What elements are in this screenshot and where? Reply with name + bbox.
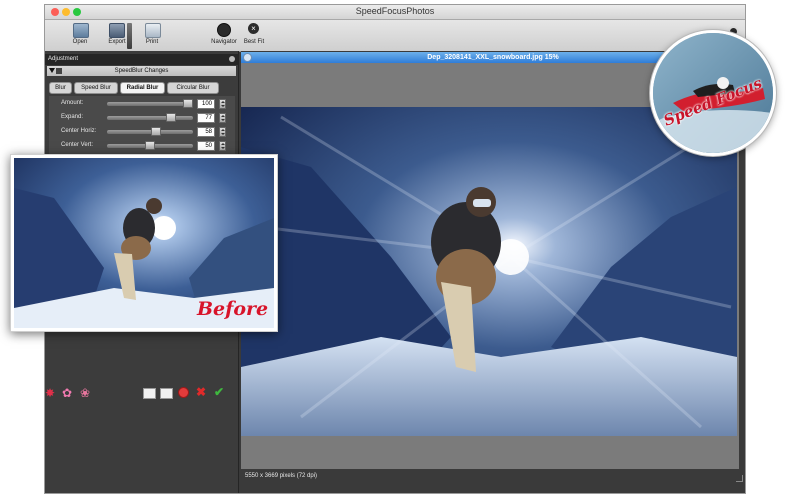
panel-options-icon[interactable] <box>229 56 235 62</box>
amount-slider[interactable] <box>107 99 193 108</box>
confirm-check-icon[interactable]: ✔ <box>214 386 224 398</box>
export-dropdown-handle[interactable] <box>127 23 132 49</box>
disclosure-triangle-icon[interactable] <box>49 68 55 73</box>
open-label: Open <box>72 39 88 45</box>
center-horiz-thumb[interactable] <box>151 127 161 136</box>
navigator-label: Navigator <box>211 39 237 45</box>
best-fit-label: Best Fit <box>243 39 265 45</box>
document-title: Dep_3208141_XXL_snowboard.jpg 15% <box>427 54 559 61</box>
expand-stepper[interactable] <box>219 113 226 123</box>
speed-focus-logo: Speed Focus <box>650 30 776 156</box>
expand-thumb[interactable] <box>166 113 176 122</box>
printer-icon <box>145 23 161 38</box>
amount-value[interactable]: 100 <box>197 99 215 109</box>
open-folder-icon <box>73 23 89 38</box>
open-button[interactable]: Open <box>67 20 93 51</box>
magnifier-icon <box>217 23 231 37</box>
amount-label: Amount: <box>61 100 84 106</box>
center-horiz-stepper[interactable] <box>219 127 226 137</box>
floppy-disk-icon <box>109 23 125 38</box>
center-vert-stepper[interactable] <box>219 141 226 151</box>
blur-tabs: Blur Speed Blur Radial Blur Circular Blu… <box>49 82 237 94</box>
no-entry-icon[interactable] <box>178 387 189 398</box>
edited-photo[interactable] <box>241 107 737 436</box>
mail-in-icon[interactable] <box>160 388 173 399</box>
section-color-swatch <box>56 68 62 74</box>
adjustment-header: Adjustment <box>45 54 238 65</box>
pink-cluster-icon[interactable]: ❀ <box>80 387 90 399</box>
tab-radial-blur[interactable]: Radial Blur <box>120 82 165 94</box>
red-flower-icon[interactable]: ✸ <box>45 387 55 399</box>
slider-row-amount: Amount: 100 <box>49 98 235 111</box>
center-horiz-value[interactable]: 58 <box>197 127 215 137</box>
tab-blur[interactable]: Blur <box>49 82 72 94</box>
center-vert-label: Center Vert: <box>61 142 94 148</box>
tab-circular-blur[interactable]: Circular Blur <box>167 82 219 94</box>
amount-thumb[interactable] <box>183 99 193 108</box>
adjustment-title: Adjustment <box>48 56 79 62</box>
print-label: Print <box>145 39 159 45</box>
delete-icon[interactable]: ✖ <box>196 386 206 398</box>
amount-stepper[interactable] <box>219 99 226 109</box>
resize-grip-icon[interactable] <box>736 475 743 482</box>
mail-out-icon[interactable] <box>143 388 156 399</box>
title-bar: SpeedFocusPhotos <box>45 5 745 20</box>
print-button[interactable]: Print <box>139 20 165 51</box>
window-title: SpeedFocusPhotos <box>355 6 435 16</box>
center-vert-slider[interactable] <box>107 141 193 150</box>
section-header[interactable]: SpeedBlur Changes <box>47 66 236 76</box>
expand-slider[interactable] <box>107 113 193 122</box>
pink-flowers-icon[interactable]: ✿ <box>62 387 72 399</box>
document-icon <box>243 53 252 62</box>
radial-blur-snowboard-image <box>241 107 737 436</box>
before-label: Before <box>197 298 269 320</box>
center-vert-thumb[interactable] <box>145 141 155 150</box>
tab-speed-blur[interactable]: Speed Blur <box>74 82 118 94</box>
slider-row-center-horiz: Center Horiz: 58 <box>49 126 235 139</box>
image-dimensions-status: 5550 x 3669 pixels (72 dpi) <box>245 473 318 479</box>
close-circle-icon: × <box>248 23 259 34</box>
center-horiz-label: Center Horiz: <box>61 128 97 134</box>
center-horiz-slider[interactable] <box>107 127 193 136</box>
navigator-button[interactable]: Navigator <box>209 20 239 51</box>
expand-value[interactable]: 77 <box>197 113 215 123</box>
slider-row-expand: Expand: 77 <box>49 112 235 125</box>
before-preview-overlay: Before <box>10 154 278 332</box>
slider-row-center-vert: Center Vert: 50 <box>49 140 235 153</box>
best-fit-button[interactable]: × Best Fit <box>241 20 267 51</box>
slider-group: Amount: 100 Expand: 77 Center Horiz: 58 … <box>49 96 235 156</box>
center-vert-value[interactable]: 50 <box>197 141 215 151</box>
toolbar: Open Export Print Navigator × Best Fit <box>45 20 745 52</box>
expand-label: Expand: <box>61 114 84 120</box>
section-title: SpeedBlur Changes <box>114 68 169 74</box>
